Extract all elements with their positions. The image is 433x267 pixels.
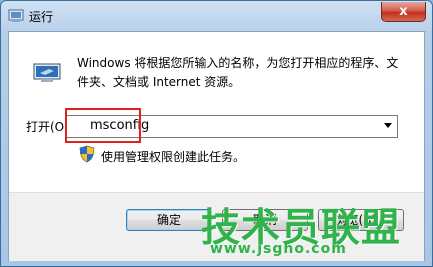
close-button[interactable]: x xyxy=(381,2,426,22)
title-bar[interactable]: 运行 x xyxy=(1,1,432,31)
chevron-down-icon[interactable] xyxy=(384,123,392,128)
uac-shield-icon xyxy=(79,145,95,163)
run-dialog-window: 运行 x Windows 将根据您所输入的名称，为您打开相应的程序、文件夹、文档… xyxy=(0,0,433,267)
dialog-description: Windows 将根据您所输入的名称，为您打开相应的程序、文件夹、文档或 Int… xyxy=(77,56,399,89)
ok-button[interactable]: 确定 xyxy=(126,209,212,231)
watermark-url: www.jsgho.com xyxy=(210,241,347,257)
run-icon xyxy=(33,63,61,82)
window-title: 运行 xyxy=(29,10,54,24)
admin-privilege-note: 使用管理权限创建此任务。 xyxy=(101,150,246,164)
close-icon: x xyxy=(399,4,408,19)
annotation-highlight-box xyxy=(65,108,141,143)
run-icon xyxy=(8,9,24,22)
